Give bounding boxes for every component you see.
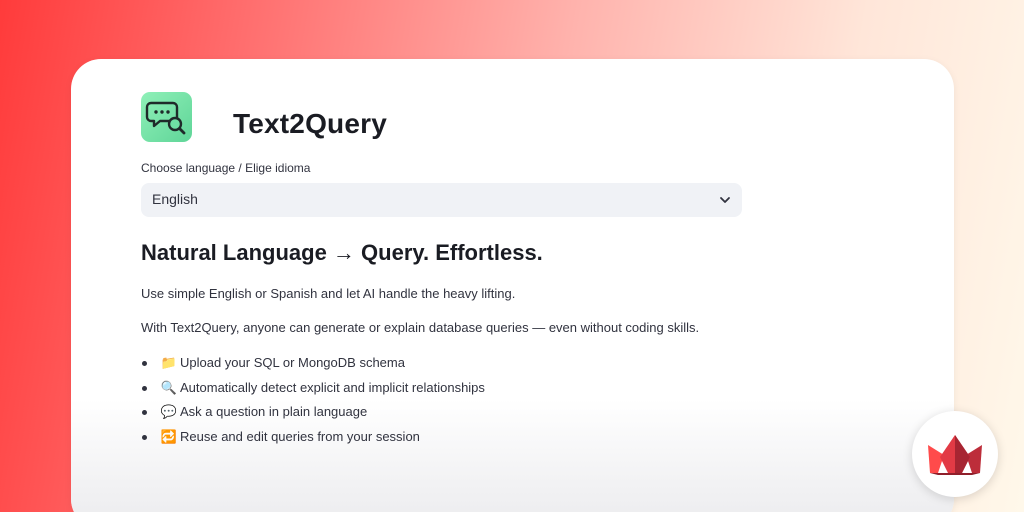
headline: Natural Language → Query. Effortless. xyxy=(141,240,543,265)
magnifier-icon: 🔍 xyxy=(160,379,178,395)
description-paragraph: With Text2Query, anyone can generate or … xyxy=(141,320,700,335)
app-title: Text2Query xyxy=(233,108,387,139)
feature-text: Automatically detect explicit and implic… xyxy=(180,379,485,395)
bullet-icon xyxy=(142,361,147,366)
chevron-down-icon xyxy=(720,197,730,203)
intro-paragraph: Use simple English or Spanish and let AI… xyxy=(141,286,516,301)
feature-text: Ask a question in plain language xyxy=(180,404,368,419)
language-select-value: English xyxy=(152,191,198,207)
chat-search-icon xyxy=(141,92,192,142)
repeat-icon: 🔁 xyxy=(160,428,178,444)
feature-text: Upload your SQL or MongoDB schema xyxy=(180,355,405,370)
feature-text: Reuse and edit queries from your session xyxy=(180,428,420,444)
bullet-icon xyxy=(142,434,147,440)
speech-bubble-icon: 💬 xyxy=(160,404,178,419)
folder-icon: 📁 xyxy=(160,355,178,370)
streamlit-badge[interactable] xyxy=(912,411,998,497)
language-label: Choose language / Elige idioma xyxy=(141,161,311,175)
bullet-icon xyxy=(142,410,147,415)
streamlit-crown-icon xyxy=(928,435,982,475)
language-select[interactable]: English xyxy=(141,183,742,217)
bullet-icon xyxy=(142,385,147,391)
